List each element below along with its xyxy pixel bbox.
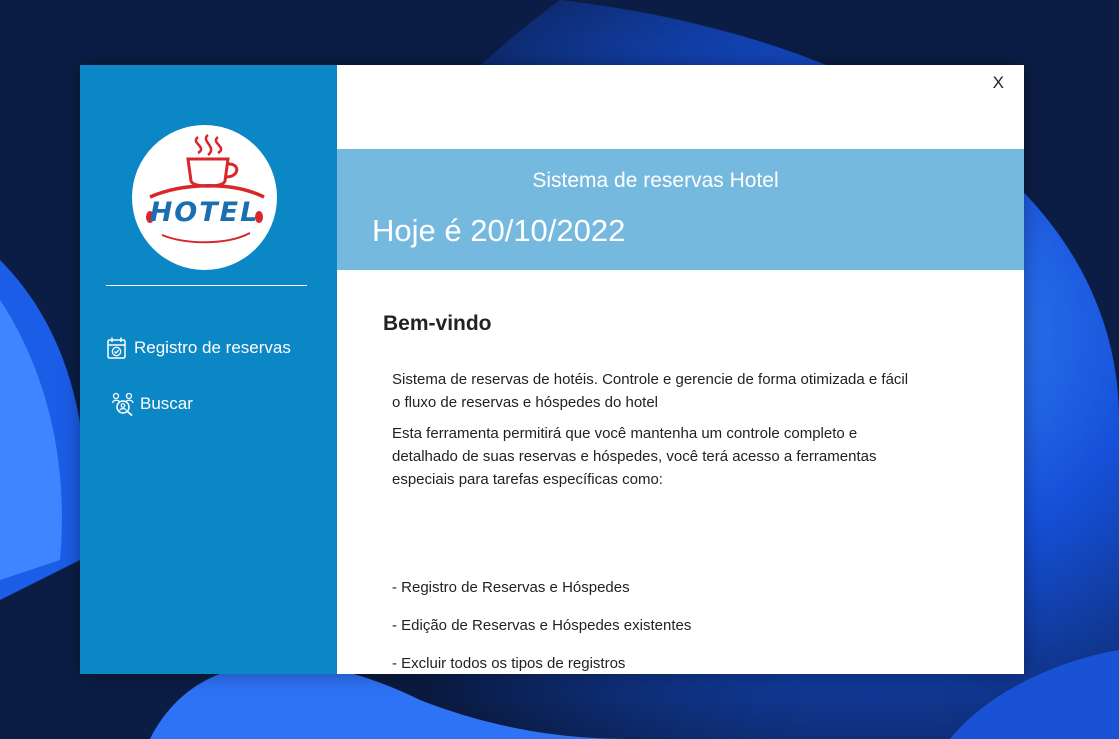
sidebar: HOTEL Registro de reservas Buscar xyxy=(80,65,337,674)
description-line: especiais para tarefas específicas como: xyxy=(392,471,663,488)
intro-line: Sistema de reservas de hotéis. Controle … xyxy=(392,371,909,388)
description-line: Esta ferramenta permitirá que você mante… xyxy=(392,425,858,442)
sidebar-item-label: Buscar xyxy=(140,394,193,413)
welcome-heading: Bem-vindo xyxy=(383,312,492,335)
header-banner: Sistema de reservas Hotel Hoje é 20/10/2… xyxy=(337,149,1024,270)
hotel-logo-text: HOTEL xyxy=(149,197,260,228)
sidebar-item-registro-reservas[interactable]: Registro de reservas xyxy=(106,336,291,360)
calendar-check-icon xyxy=(106,336,128,360)
close-button[interactable]: X xyxy=(993,73,1004,93)
app-window: HOTEL Registro de reservas Buscar X Sist… xyxy=(80,65,1024,674)
today-date-label: Hoje é 20/10/2022 xyxy=(372,213,626,248)
intro-line: o fluxo de reservas e hóspedes do hotel xyxy=(392,394,659,411)
main-content: Bem-vindo Sistema de reservas de hotéis.… xyxy=(337,270,1024,674)
sidebar-item-label: Registro de reservas xyxy=(134,338,291,357)
feature-item: - Edição de Reservas e Hóspedes existent… xyxy=(392,617,692,634)
description-paragraph: Esta ferramenta permitirá que você mante… xyxy=(392,422,982,491)
sidebar-divider xyxy=(106,285,307,286)
hotel-logo: HOTEL xyxy=(132,125,277,270)
description-line: detalhado de suas reservas e hóspedes, v… xyxy=(392,448,877,465)
sidebar-item-buscar[interactable]: Buscar xyxy=(112,392,193,416)
feature-item: - Registro de Reservas e Hóspedes xyxy=(392,579,630,596)
feature-item: - Excluir todos os tipos de registros xyxy=(392,655,626,672)
app-title: Sistema de reservas Hotel xyxy=(532,169,779,192)
user-search-icon xyxy=(112,392,134,416)
intro-paragraph: Sistema de reservas de hotéis. Controle … xyxy=(392,368,982,414)
